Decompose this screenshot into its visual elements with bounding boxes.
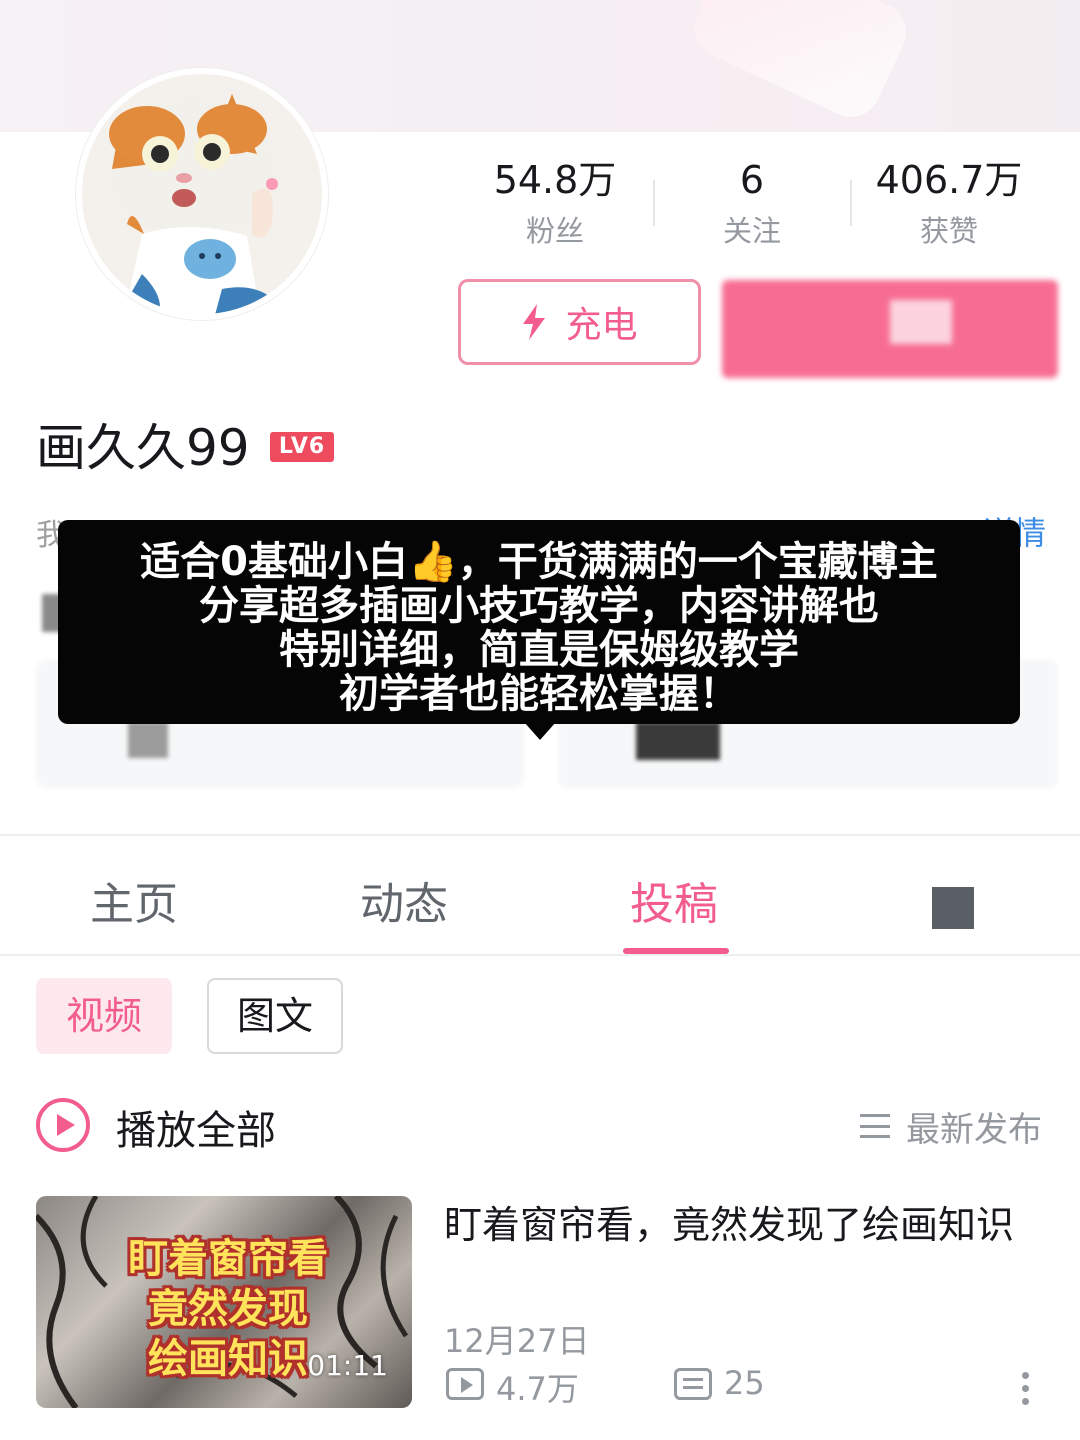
stat-label: 粉丝 xyxy=(525,214,584,248)
stat-likes[interactable]: 406.7万 获赞 xyxy=(849,150,1049,252)
caption-line: 特别详细，简直是保姆级教学 xyxy=(279,627,799,673)
tab-bar-divider xyxy=(0,954,1080,956)
stat-value: 6 xyxy=(739,158,765,202)
filter-article[interactable]: 图文 xyxy=(207,978,343,1054)
caption-overlay: 适合0基础小白👍，干货满满的一个宝藏博主 分享超多插画小技巧教学，内容讲解也 特… xyxy=(58,520,1020,724)
caption-pointer xyxy=(524,722,556,740)
caption-line: 适合0基础小白👍，干货满满的一个宝藏博主 xyxy=(140,539,938,585)
section-divider xyxy=(0,834,1080,836)
video-thumbnail[interactable]: 盯着窗帘看 竟然发现 绘画知识 01:11 xyxy=(36,1196,412,1408)
view-count-icon xyxy=(446,1368,484,1400)
username: 画久久99 xyxy=(36,419,250,477)
follow-button-redaction xyxy=(890,300,952,344)
view-count: 4.7万 xyxy=(496,1370,579,1408)
danmaku-count: 25 xyxy=(724,1364,765,1402)
stat-followers[interactable]: 54.8万 粉丝 xyxy=(455,150,655,252)
tab-uploads[interactable]: 投稿 xyxy=(630,868,718,932)
more-options-icon[interactable] xyxy=(1022,1372,1030,1412)
tab-dynamic[interactable]: 动态 xyxy=(360,868,448,932)
blurred-element xyxy=(636,722,720,760)
banner-decoration xyxy=(684,0,916,127)
stat-value: 406.7万 xyxy=(875,158,1023,202)
charge-button[interactable]: 充电 xyxy=(458,279,701,365)
video-title[interactable]: 盯着窗帘看，竟然发现了绘画知识 xyxy=(444,1198,1034,1252)
follow-button-redacted[interactable] xyxy=(722,280,1058,378)
play-circle-icon[interactable] xyxy=(36,1098,90,1152)
blurred-element xyxy=(128,722,168,758)
sort-button[interactable]: 最新发布 xyxy=(906,1102,1042,1151)
play-all-button[interactable]: 播放全部 xyxy=(116,1098,276,1156)
level-badge: LV6 xyxy=(270,432,334,462)
caption-line: 分享超多插画小技巧教学，内容讲解也 xyxy=(199,583,879,629)
cat-avatar-image xyxy=(82,74,322,314)
danmaku-icon xyxy=(674,1368,712,1400)
video-duration: 01:11 xyxy=(307,1349,388,1382)
tab-redacted[interactable] xyxy=(932,887,974,929)
caption-line: 初学者也能轻松掌握！ xyxy=(339,671,739,717)
thumbnail-caption-line: 竟然发现 xyxy=(148,1286,308,1332)
sort-icon[interactable] xyxy=(860,1114,890,1138)
stat-label: 关注 xyxy=(722,214,781,248)
thumbnail-caption-line: 盯着窗帘看 xyxy=(128,1236,328,1282)
tab-home[interactable]: 主页 xyxy=(90,868,178,932)
video-date: 12月27日 xyxy=(444,1322,590,1360)
stats-bar: 54.8万 粉丝 6 关注 406.7万 获赞 xyxy=(455,150,1050,260)
charge-button-label: 充电 xyxy=(565,305,638,346)
stat-following[interactable]: 6 关注 xyxy=(652,150,852,252)
filter-video[interactable]: 视频 xyxy=(36,978,172,1054)
stat-value: 54.8万 xyxy=(493,158,617,202)
stat-label: 获赞 xyxy=(919,214,978,248)
avatar[interactable] xyxy=(76,68,328,320)
lightning-icon xyxy=(523,304,546,340)
